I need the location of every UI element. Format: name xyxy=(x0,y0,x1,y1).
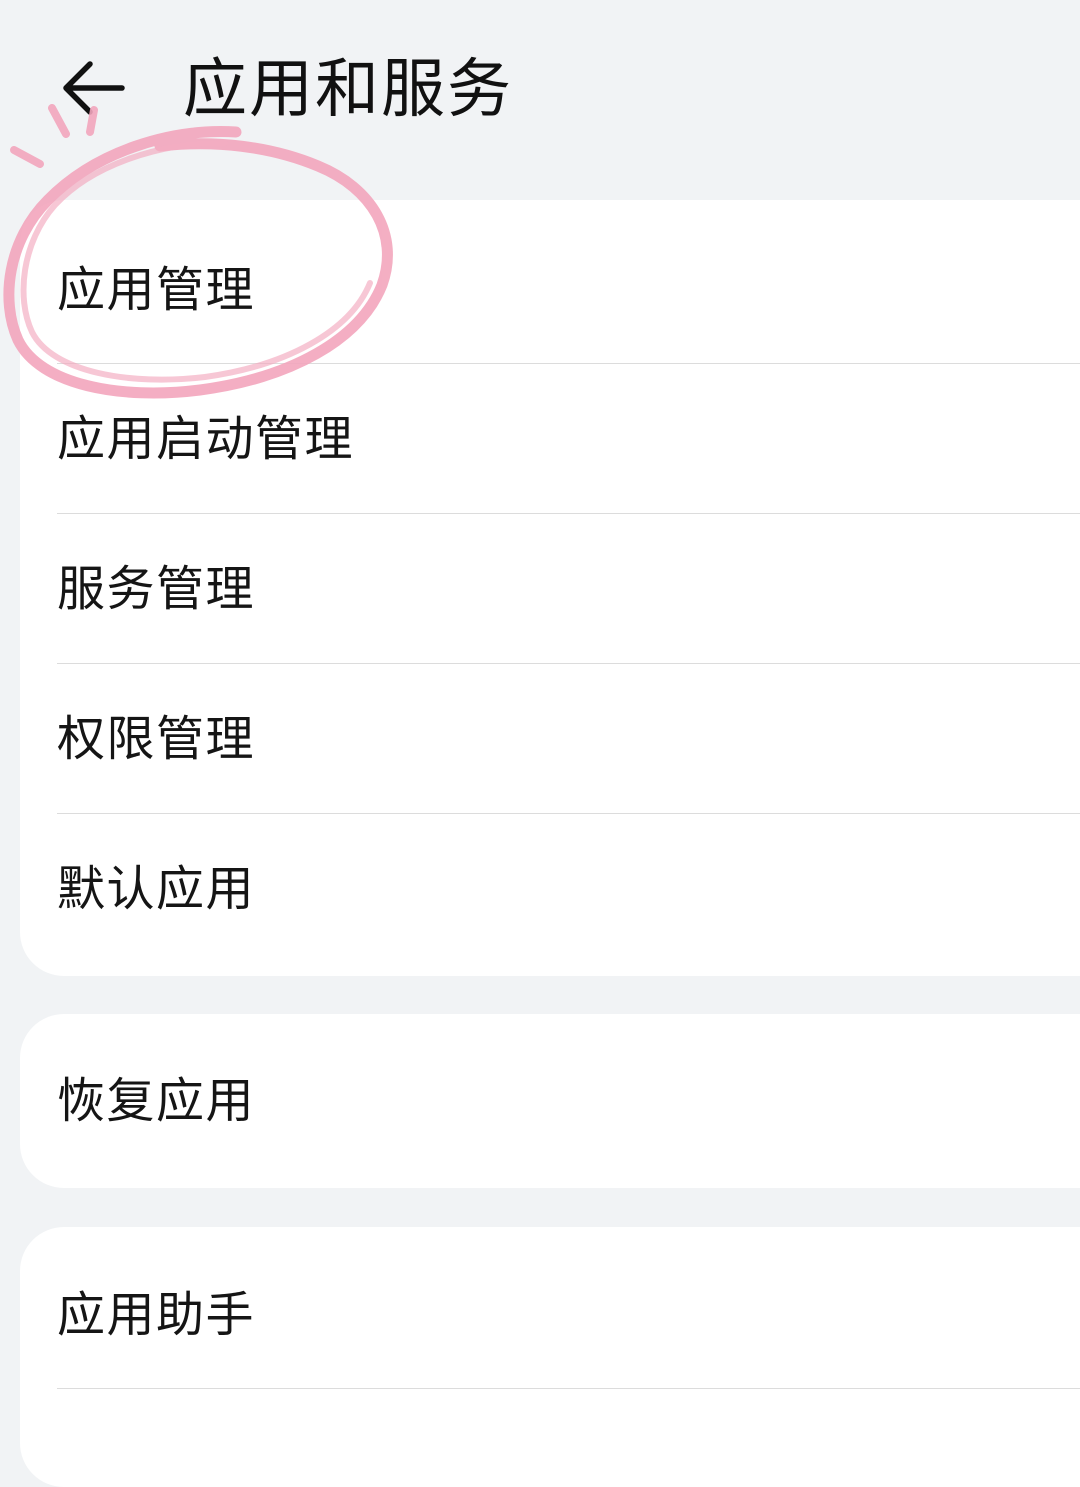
list-item-app-launch-management[interactable]: 应用启动管理 xyxy=(20,364,1080,514)
divider xyxy=(57,1388,1080,1389)
page-title: 应用和服务 xyxy=(183,53,513,127)
list-item-label: 默认应用 xyxy=(57,861,256,917)
settings-group-main: 应用管理 应用启动管理 服务管理 权限管理 默认应用 xyxy=(20,200,1080,976)
list-item-label: 应用管理 xyxy=(57,262,256,318)
list-item-default-apps[interactable]: 默认应用 xyxy=(20,814,1080,964)
list-item-label: 权限管理 xyxy=(57,711,256,767)
list-item-permission-management[interactable]: 权限管理 xyxy=(20,664,1080,814)
arrow-left-icon xyxy=(63,61,125,115)
list-item-label: 应用启动管理 xyxy=(57,411,355,467)
settings-group-restore: 恢复应用 xyxy=(20,1014,1080,1188)
list-item-label: 应用助手 xyxy=(57,1287,256,1343)
list-item-label: 恢复应用 xyxy=(57,1073,256,1129)
list-item-restore-apps[interactable]: 恢复应用 xyxy=(20,1026,1080,1176)
title-bar: 应用和服务 xyxy=(0,0,1080,190)
list-item-service-management[interactable]: 服务管理 xyxy=(20,514,1080,664)
list-item-app-assistant[interactable]: 应用助手 xyxy=(20,1240,1080,1390)
list-item-app-management[interactable]: 应用管理 xyxy=(20,215,1080,365)
settings-group-assistant: 应用助手 xyxy=(20,1227,1080,1487)
list-item-label: 服务管理 xyxy=(57,561,256,617)
back-button[interactable] xyxy=(52,50,132,130)
